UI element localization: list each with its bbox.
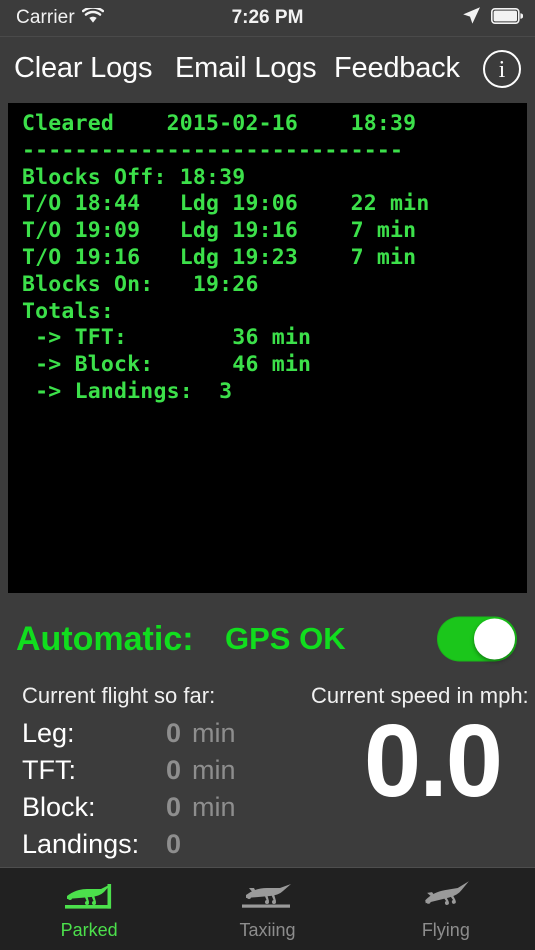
automatic-toggle[interactable] (437, 616, 517, 662)
stat-unit: min (192, 718, 236, 748)
stat-value: 0 (166, 755, 182, 785)
stat-value: 0 (166, 829, 182, 859)
tab-label-taxiing: Taxiing (239, 920, 296, 940)
clear-logs-button[interactable]: Clear Logs (14, 37, 152, 100)
battery-full-icon (491, 7, 524, 29)
toggle-knob (474, 618, 515, 660)
gps-status-label: GPS OK (225, 621, 346, 656)
automatic-label: Automatic: (16, 620, 194, 658)
airplane-flying-icon (357, 877, 535, 917)
tab-label-parked: Parked (60, 920, 118, 940)
stat-label: Leg: (22, 718, 75, 748)
stat-label: Landings: (22, 829, 140, 859)
stat-row-block: Block: 0 min (22, 789, 282, 826)
status-bar-right-group (462, 0, 524, 36)
current-flight-header: Current flight so far: (22, 683, 216, 708)
stat-row-landings: Landings: 0 (22, 826, 282, 863)
location-arrow-icon (462, 6, 481, 30)
stat-row-tft: TFT: 0 min (22, 752, 282, 789)
status-bar: Carrier 7:26 PM (0, 0, 535, 37)
app-root: Carrier 7:26 PM Clear Logs Email Logs Fe… (0, 0, 535, 950)
log-console[interactable]: Cleared 2015-02-16 18:39 ---------------… (8, 103, 527, 593)
toolbar: Clear Logs Email Logs Feedback i (0, 37, 535, 100)
stat-label: Block: (22, 792, 96, 822)
stat-value: 0 (166, 792, 182, 822)
airplane-parked-icon (0, 877, 178, 917)
stat-unit: min (192, 755, 236, 785)
tab-parked[interactable]: Parked (0, 868, 178, 950)
log-console-text: Cleared 2015-02-16 18:39 ---------------… (22, 111, 430, 404)
stat-unit: min (192, 792, 236, 822)
current-speed-value: 0.0 (363, 703, 503, 818)
email-logs-button[interactable]: Email Logs (175, 37, 317, 100)
tab-taxiing[interactable]: Taxiing (178, 868, 356, 950)
status-time: 7:26 PM (231, 7, 304, 28)
info-icon[interactable]: i (483, 49, 521, 88)
stat-row-leg: Leg: 0 min (22, 715, 282, 752)
stat-label: TFT: (22, 755, 76, 785)
flight-stats-list: Leg: 0 min TFT: 0 min Block: 0 min Landi… (22, 715, 282, 863)
feedback-button[interactable]: Feedback (334, 37, 460, 100)
stat-value: 0 (166, 718, 182, 748)
tab-flying[interactable]: Flying (357, 868, 535, 950)
tab-bar: Parked Taxiing Flying (0, 867, 535, 950)
automatic-row: Automatic: GPS OK (0, 605, 535, 673)
tab-label-flying: Flying (421, 920, 470, 940)
airplane-taxiing-icon (178, 877, 356, 917)
